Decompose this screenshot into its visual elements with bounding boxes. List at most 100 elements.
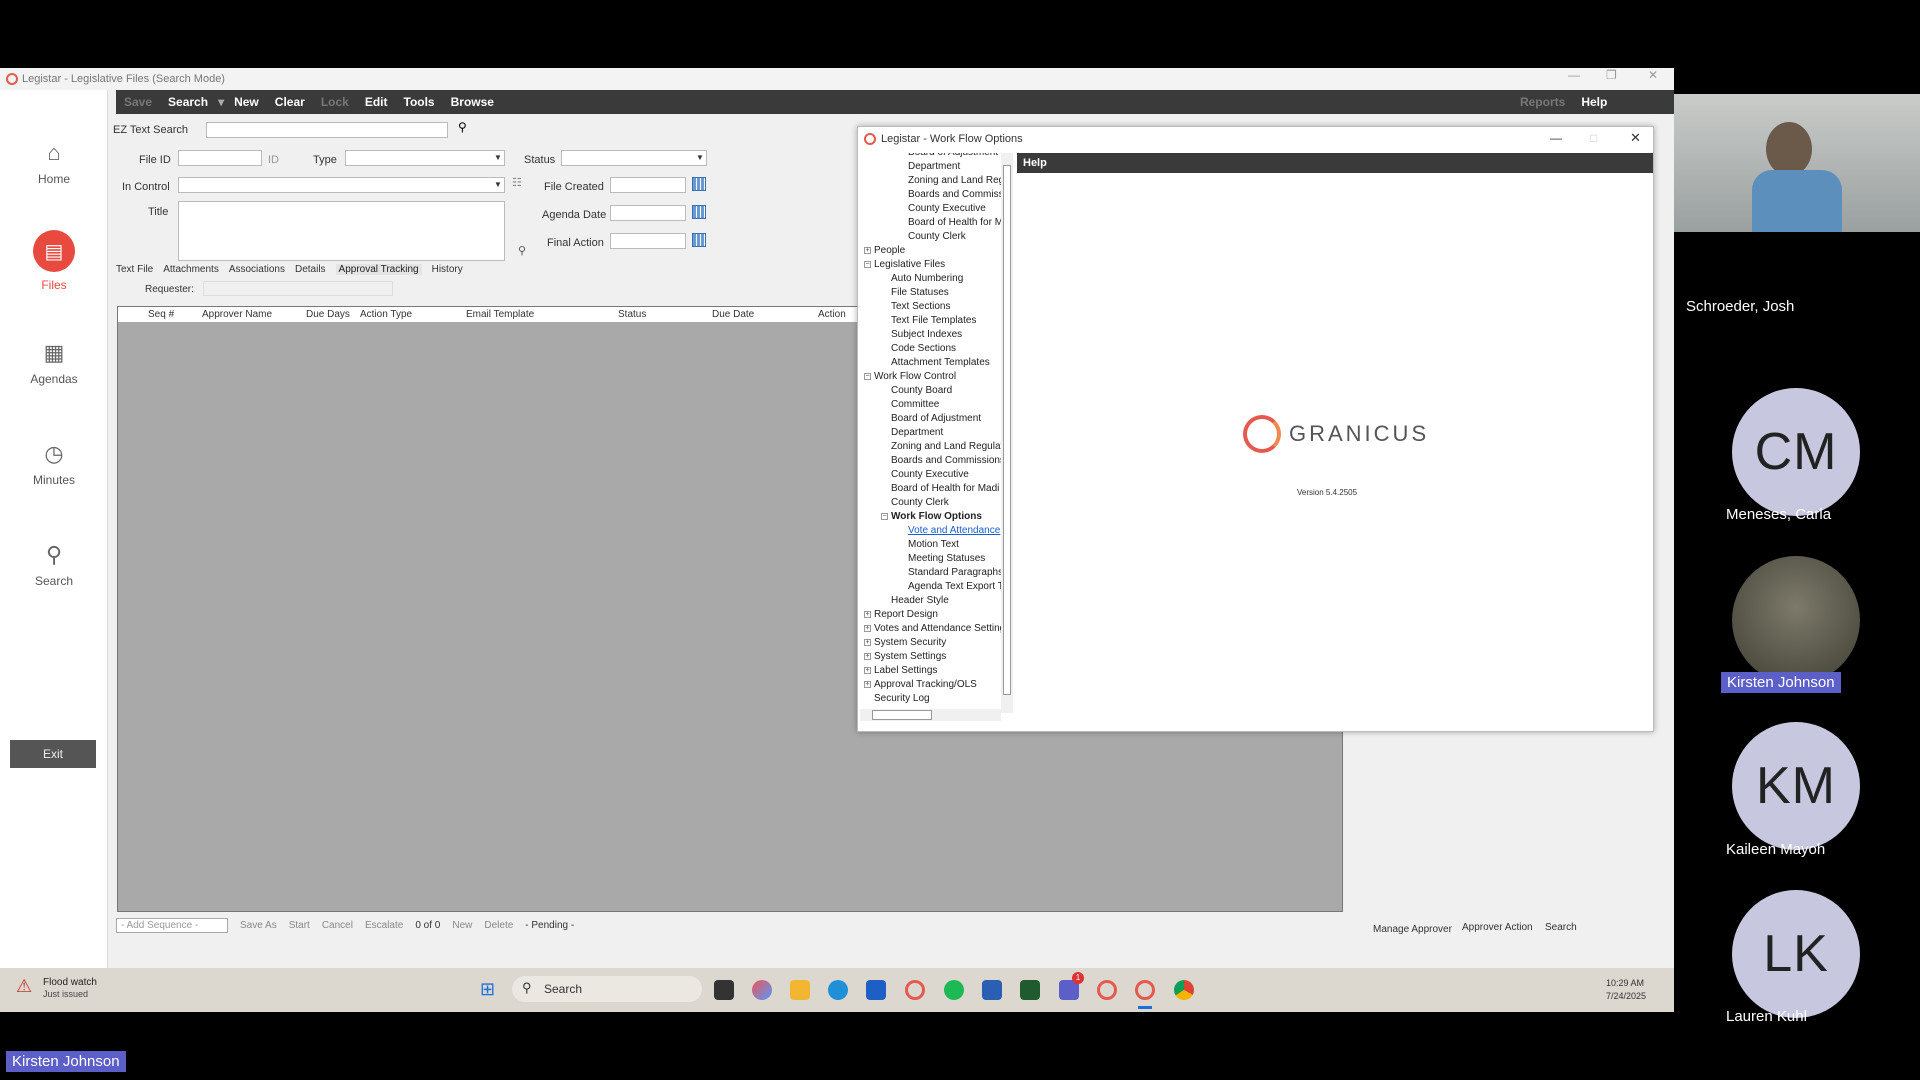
- final-action-input[interactable]: [610, 233, 686, 249]
- granicus-icon[interactable]: [905, 980, 925, 1000]
- file-created-input[interactable]: [610, 177, 686, 193]
- tree-node[interactable]: Text File Templates: [891, 315, 976, 326]
- tab-attachments[interactable]: Attachments: [163, 264, 219, 275]
- col-due-date[interactable]: Due Date: [712, 309, 754, 320]
- pending-select[interactable]: - Pending -: [525, 920, 625, 931]
- folder-icon[interactable]: [790, 980, 810, 1000]
- delete-button[interactable]: Delete: [484, 920, 513, 931]
- lock-button[interactable]: Lock: [313, 95, 357, 109]
- tree-node[interactable]: + Votes and Attendance Setting: [864, 623, 1005, 634]
- expand-icon[interactable]: +: [864, 624, 871, 632]
- nav-item-minutes[interactable]: ◷ Minutes: [0, 441, 108, 487]
- tab-history[interactable]: History: [432, 264, 463, 275]
- agenda-date-input[interactable]: [610, 205, 686, 221]
- tree-node[interactable]: Attachment Templates: [891, 357, 990, 368]
- tree-node[interactable]: Subject Indexes: [891, 329, 962, 340]
- status-select[interactable]: ▼: [561, 150, 707, 166]
- new-button[interactable]: New: [226, 95, 267, 109]
- tree-node[interactable]: Boards and Commissions: [891, 455, 1005, 466]
- cancel-button[interactable]: Cancel: [322, 920, 353, 931]
- avatar[interactable]: CM: [1732, 388, 1860, 516]
- col-status[interactable]: Status: [618, 309, 646, 320]
- tree-node[interactable]: Agenda Text Export T: [908, 581, 1004, 592]
- col-seq[interactable]: Seq #: [148, 309, 174, 320]
- tree-node[interactable]: Text Sections: [891, 301, 950, 312]
- browse-menu[interactable]: Browse: [443, 95, 502, 109]
- tree-node[interactable]: Code Sections: [891, 343, 956, 354]
- participant-video-josh[interactable]: [1674, 94, 1920, 232]
- tree-node[interactable]: − Legislative Files: [864, 259, 945, 270]
- collapse-icon[interactable]: −: [864, 372, 871, 380]
- tree-node[interactable]: File Statuses: [891, 287, 949, 298]
- tree-node[interactable]: County Executive: [891, 469, 969, 480]
- tree-node[interactable]: Zoning and Land Reg: [908, 175, 1004, 186]
- calendar-icon[interactable]: [692, 205, 706, 219]
- tree-node[interactable]: Header Style: [891, 595, 949, 606]
- file-explorer-icon[interactable]: [714, 980, 734, 1000]
- nav-item-home[interactable]: ⌂ Home: [0, 140, 108, 186]
- tree-node[interactable]: Boards and Commiss: [908, 189, 1004, 200]
- zoom-icon[interactable]: ⚲: [518, 244, 526, 257]
- tree-node[interactable]: Standard Paragraphs: [908, 567, 1003, 578]
- col-action[interactable]: Action: [818, 309, 846, 320]
- collapse-icon[interactable]: −: [864, 260, 871, 268]
- weather-alert-icon[interactable]: ⚠: [16, 976, 32, 997]
- tree-node[interactable]: Security Log: [874, 693, 930, 703]
- windows-start-icon[interactable]: ⊞: [480, 979, 495, 1000]
- edit-menu[interactable]: Edit: [357, 95, 396, 109]
- tree-node[interactable]: Committee: [891, 399, 939, 410]
- file-id-input[interactable]: [178, 150, 262, 166]
- col-action-type[interactable]: Action Type: [360, 309, 412, 320]
- tree-horizontal-scrollbar[interactable]: [860, 709, 1001, 721]
- tools-menu[interactable]: Tools: [396, 95, 443, 109]
- edge-icon[interactable]: [828, 980, 848, 1000]
- tree-node[interactable]: Board of Adjustment: [891, 413, 981, 424]
- store-icon[interactable]: [866, 980, 886, 1000]
- restore-icon[interactable]: ❐: [1606, 68, 1617, 82]
- tree-node[interactable]: County Clerk: [908, 231, 966, 242]
- granicus-icon[interactable]: [1097, 980, 1117, 1000]
- save-button[interactable]: Save: [116, 95, 160, 109]
- calendar-icon[interactable]: [692, 233, 706, 247]
- nav-item-files[interactable]: ▤ Files: [0, 230, 108, 292]
- taskbar-search[interactable]: ⚲ Search: [512, 976, 702, 1002]
- taskbar-time[interactable]: 10:29 AM: [1606, 978, 1644, 988]
- tab-text-file[interactable]: Text File: [116, 264, 153, 275]
- granicus-active-icon[interactable]: [1135, 980, 1155, 1000]
- expand-icon[interactable]: +: [864, 610, 871, 618]
- search-menu[interactable]: Search: [160, 95, 216, 109]
- tree-node[interactable]: Board of Health for Madi: [891, 483, 999, 494]
- requester-select[interactable]: [203, 281, 393, 296]
- expand-icon[interactable]: +: [864, 638, 871, 646]
- tree-node[interactable]: Board of Adjustment: [908, 153, 998, 158]
- weather-title[interactable]: Flood watch: [43, 977, 97, 988]
- expand-icon[interactable]: +: [864, 666, 871, 674]
- title-textarea[interactable]: [178, 201, 505, 261]
- new-button[interactable]: New: [452, 920, 472, 931]
- tab-approval-tracking[interactable]: Approval Tracking: [335, 264, 422, 275]
- tree-node[interactable]: County Clerk: [891, 497, 949, 508]
- col-due-days[interactable]: Due Days: [306, 309, 350, 320]
- escalate-button[interactable]: Escalate: [365, 920, 403, 931]
- exit-button[interactable]: Exit: [10, 740, 96, 768]
- tree-node[interactable]: + Approval Tracking/OLS: [864, 679, 977, 690]
- tree-node[interactable]: − Work Flow Options: [881, 511, 982, 522]
- tree-node[interactable]: Auto Numbering: [891, 273, 963, 284]
- tree-node[interactable]: + System Settings: [864, 651, 946, 662]
- tree-node[interactable]: + System Security: [864, 637, 946, 648]
- manage-approver-link[interactable]: Manage Approver: [1373, 924, 1452, 935]
- minimize-icon[interactable]: —: [1550, 131, 1562, 145]
- app-icon[interactable]: [1020, 980, 1040, 1000]
- tree-node[interactable]: Motion Text: [908, 539, 959, 550]
- tree-node[interactable]: + People: [864, 245, 905, 256]
- magnifier-icon[interactable]: ⚲: [458, 120, 467, 134]
- nav-item-search[interactable]: ⚲ Search: [0, 542, 108, 588]
- tab-associations[interactable]: Associations: [229, 264, 285, 275]
- type-select[interactable]: ▼: [345, 150, 505, 166]
- tab-details[interactable]: Details: [295, 264, 326, 275]
- clear-button[interactable]: Clear: [267, 95, 313, 109]
- col-email-template[interactable]: Email Template: [466, 309, 534, 320]
- close-icon[interactable]: ✕: [1630, 130, 1641, 146]
- calendar-icon[interactable]: [692, 177, 706, 191]
- start-button[interactable]: Start: [289, 920, 310, 931]
